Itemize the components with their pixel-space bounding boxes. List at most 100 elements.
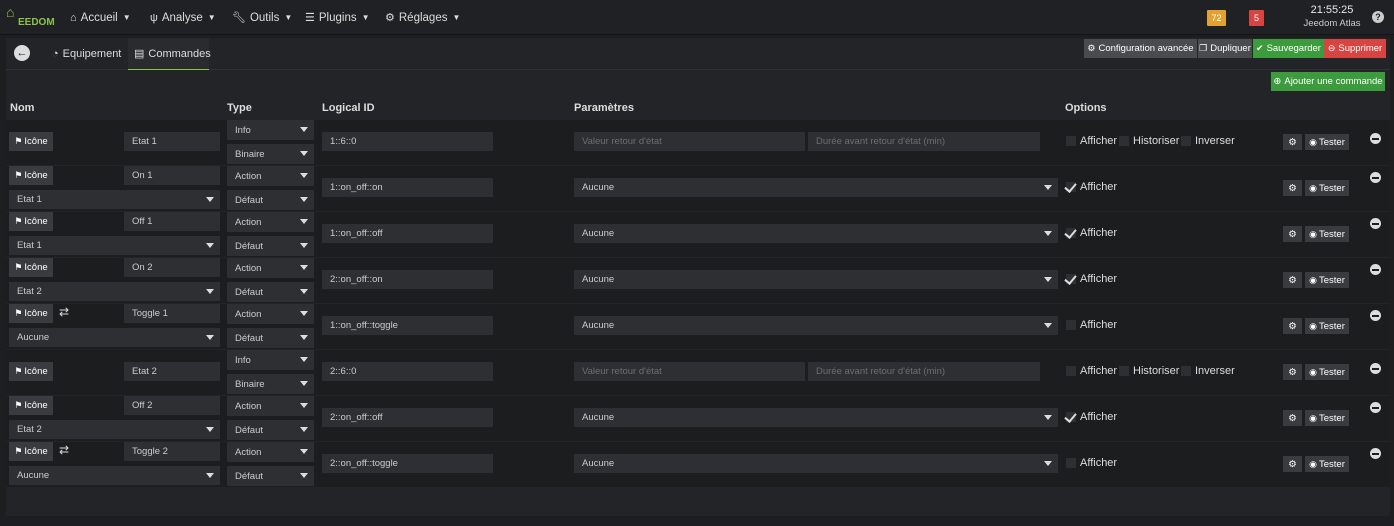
remove-command-icon[interactable] [1370, 363, 1381, 374]
remove-command-icon[interactable] [1370, 402, 1381, 413]
option-inverser[interactable]: Inverser [1181, 135, 1235, 147]
command-name-input[interactable]: Off 1 [124, 212, 220, 231]
logical-id-input[interactable]: 1::on_off::off [322, 224, 493, 243]
checkbox[interactable] [1066, 182, 1076, 192]
subtype-select[interactable]: Binaire [227, 374, 314, 394]
checkbox[interactable] [1066, 458, 1076, 468]
logical-id-input[interactable]: 1::on_off::toggle [322, 316, 493, 335]
subtype-select[interactable]: Défaut [227, 466, 314, 486]
type-select[interactable]: Info [227, 120, 314, 140]
linked-info-select[interactable]: Aucune [9, 466, 220, 485]
checkbox[interactable] [1119, 136, 1129, 146]
option-afficher[interactable]: Afficher [1066, 135, 1117, 147]
delete-button[interactable]: ⊖ Supprimer [1324, 39, 1386, 58]
option-historiser[interactable]: Historiser [1119, 365, 1179, 377]
option-afficher[interactable]: Afficher [1066, 181, 1117, 193]
subtype-select[interactable]: Défaut [227, 236, 314, 256]
remove-command-icon[interactable] [1370, 172, 1381, 183]
test-button[interactable]: ◉ Tester [1305, 410, 1349, 426]
parameter-select[interactable]: Aucune [574, 454, 1058, 473]
save-button[interactable]: ✔ Sauvegarder [1253, 39, 1324, 58]
type-select[interactable]: Action [227, 396, 314, 416]
option-afficher[interactable]: Afficher [1066, 411, 1117, 423]
checkbox[interactable] [1181, 136, 1191, 146]
test-button[interactable]: ◉ Tester [1305, 272, 1349, 288]
type-select[interactable]: Action [227, 442, 314, 462]
choose-icon-button[interactable]: ⚑ Icône [9, 212, 53, 231]
choose-icon-button[interactable]: ⚑ Icône [9, 258, 53, 277]
checkbox[interactable] [1119, 366, 1129, 376]
checkbox[interactable] [1066, 320, 1076, 330]
remove-command-icon[interactable] [1370, 218, 1381, 229]
command-name-input[interactable]: On 1 [124, 166, 220, 185]
option-afficher[interactable]: Afficher [1066, 227, 1117, 239]
command-name-input[interactable]: Toggle 2 [124, 442, 220, 461]
return-delay-input[interactable]: Durée avant retour d'état (min) [808, 132, 1040, 151]
nav-analyse[interactable]: ψ Analyse ▼ [150, 0, 216, 35]
nav-outils[interactable]: 🔧︎ Outils ▼ [232, 0, 292, 35]
remove-command-icon[interactable] [1370, 133, 1381, 144]
command-name-input[interactable]: Toggle 1 [124, 304, 220, 323]
command-config-button[interactable]: ⚙ [1283, 180, 1302, 196]
test-button[interactable]: ◉ Tester [1305, 180, 1349, 196]
alert-badge[interactable]: 5 [1249, 10, 1264, 26]
command-config-button[interactable]: ⚙ [1283, 456, 1302, 472]
remove-command-icon[interactable] [1370, 264, 1381, 275]
parameter-select[interactable]: Aucune [574, 270, 1058, 289]
option-afficher[interactable]: Afficher [1066, 319, 1117, 331]
add-command-button[interactable]: ⊕ Ajouter une commande [1271, 72, 1385, 91]
command-config-button[interactable]: ⚙ [1283, 226, 1302, 242]
test-button[interactable]: ◉ Tester [1305, 456, 1349, 472]
type-select[interactable]: Action [227, 258, 314, 278]
subtype-select[interactable]: Défaut [227, 420, 314, 440]
logical-id-input[interactable]: 2::on_off::off [322, 408, 493, 427]
choose-icon-button[interactable]: ⚑ Icône [9, 132, 53, 151]
test-button[interactable]: ◉ Tester [1305, 318, 1349, 334]
choose-icon-button[interactable]: ⚑ Icône [9, 442, 53, 461]
test-button[interactable]: ◉ Tester [1305, 364, 1349, 380]
command-config-button[interactable]: ⚙ [1283, 410, 1302, 426]
checkbox[interactable] [1066, 228, 1076, 238]
tab-equipement[interactable]: ◔ Equipement [46, 38, 127, 70]
command-name-input[interactable]: Etat 2 [124, 362, 220, 381]
subtype-select[interactable]: Défaut [227, 282, 314, 302]
option-afficher[interactable]: Afficher [1066, 365, 1117, 377]
remove-command-icon[interactable] [1370, 310, 1381, 321]
option-afficher[interactable]: Afficher [1066, 273, 1117, 285]
choose-icon-button[interactable]: ⚑ Icône [9, 304, 53, 323]
tab-commandes[interactable]: ▤ Commandes [128, 38, 211, 70]
logical-id-input[interactable]: 2::on_off::toggle [322, 454, 493, 473]
type-select[interactable]: Info [227, 350, 314, 370]
logical-id-input[interactable]: 2::6::0 [322, 362, 493, 381]
command-config-button[interactable]: ⚙ [1283, 272, 1302, 288]
command-name-input[interactable]: Off 2 [124, 396, 220, 415]
checkbox[interactable] [1066, 274, 1076, 284]
option-inverser[interactable]: Inverser [1181, 365, 1235, 377]
command-config-button[interactable]: ⚙ [1283, 364, 1302, 380]
test-button[interactable]: ◉ Tester [1305, 226, 1349, 242]
duplicate-button[interactable]: ❐ Dupliquer [1198, 39, 1252, 58]
command-name-input[interactable]: On 2 [124, 258, 220, 277]
remove-command-icon[interactable] [1370, 448, 1381, 459]
checkbox[interactable] [1066, 412, 1076, 422]
test-button[interactable]: ◉ Tester [1305, 134, 1349, 150]
linked-info-select[interactable]: Etat 1 [9, 190, 220, 209]
type-select[interactable]: Action [227, 212, 314, 232]
subtype-select[interactable]: Défaut [227, 328, 314, 348]
checkbox[interactable] [1066, 136, 1076, 146]
choose-icon-button[interactable]: ⚑ Icône [9, 362, 53, 381]
parameter-select[interactable]: Aucune [574, 178, 1058, 197]
linked-info-select[interactable]: Etat 2 [9, 282, 220, 301]
command-config-button[interactable]: ⚙ [1283, 318, 1302, 334]
type-select[interactable]: Action [227, 166, 314, 186]
parameter-select[interactable]: Aucune [574, 224, 1058, 243]
subtype-select[interactable]: Défaut [227, 190, 314, 210]
back-arrow-icon[interactable]: ← [14, 45, 30, 61]
nav-accueil[interactable]: ⌂ Accueil ▼ [70, 0, 131, 35]
command-config-button[interactable]: ⚙ [1283, 134, 1302, 150]
help-icon[interactable]: ? [1372, 11, 1384, 23]
advanced-config-button[interactable]: ⚙ Configuration avancée [1084, 39, 1197, 58]
type-select[interactable]: Action [227, 304, 314, 324]
checkbox[interactable] [1181, 366, 1191, 376]
return-delay-input[interactable]: Durée avant retour d'état (min) [808, 362, 1040, 381]
